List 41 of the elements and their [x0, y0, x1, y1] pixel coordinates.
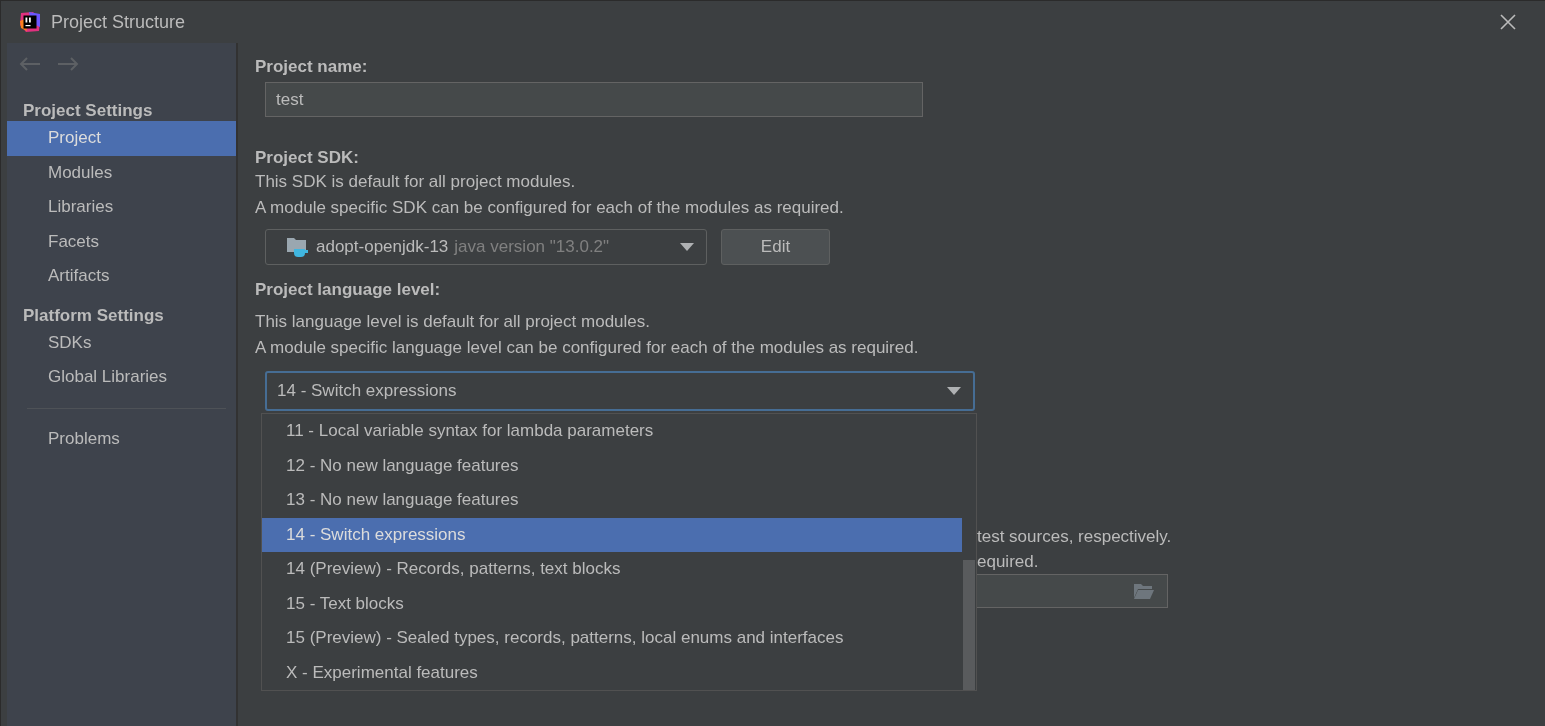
description-text: A module specific language level can be configured for each of the modules as required.: [255, 337, 920, 359]
description-text: This language level is default for all project modules.: [255, 311, 651, 333]
sidebar-group-title: Project Settings: [22, 100, 154, 121]
dropdown-option[interactable]: 12 - No new language features: [262, 448, 962, 483]
dropdown-option[interactable]: 15 - Text blocks: [262, 586, 962, 621]
folder-icon[interactable]: [1133, 582, 1155, 600]
forward-arrow-icon[interactable]: [57, 57, 79, 71]
dropdown-option[interactable]: 14 - Switch expressions: [262, 517, 962, 552]
sidebar-item[interactable]: SDKs: [7, 325, 236, 360]
description-text: equired.: [977, 551, 1039, 573]
folder-cup-icon: [286, 236, 310, 258]
close-icon[interactable]: [1500, 14, 1516, 30]
sidebar-item[interactable]: Libraries: [7, 190, 236, 225]
sidebar-item[interactable]: Artifacts: [7, 259, 236, 294]
scrollbar-thumb[interactable]: [963, 560, 975, 690]
sidebar-item[interactable]: Problems: [7, 421, 236, 456]
sdk-dropdown[interactable]: adopt-openjdk-13 java version "13.0.2": [265, 229, 707, 265]
back-arrow-icon[interactable]: [19, 57, 41, 71]
caret-icon: [680, 243, 694, 251]
language-level-dropdown[interactable]: 14 - Switch expressions: [265, 371, 975, 411]
description-text: A module specific SDK can be configured for each of the modules as required.: [255, 197, 845, 219]
description-text: test sources, respectively.: [977, 526, 1172, 548]
app-logo-icon: [19, 11, 41, 33]
edit-button[interactable]: Edit: [721, 229, 830, 265]
sidebar-group-title: Platform Settings: [22, 304, 165, 326]
sidebar-item[interactable]: Facets: [7, 224, 236, 259]
caret-icon: [947, 387, 961, 395]
section-heading: Project language level:: [255, 279, 442, 301]
dropdown-option[interactable]: 13 - No new language features: [262, 483, 962, 518]
description-text: This SDK is default for all project modules.: [255, 171, 577, 193]
sidebar-item[interactable]: Modules: [7, 155, 236, 190]
sidebar-item[interactable]: Global Libraries: [7, 360, 236, 395]
dropdown-option[interactable]: 11 - Local variable syntax for lambda parameters: [262, 414, 962, 449]
window-title: Project Structure: [51, 11, 186, 33]
project-name-field[interactable]: test: [265, 82, 923, 117]
field-label: Project name:: [255, 56, 369, 78]
section-heading: Project SDK:: [255, 147, 360, 169]
dropdown-option[interactable]: X - Experimental features: [262, 655, 962, 690]
dropdown-option[interactable]: 14 (Preview) - Records, patterns, text blocks: [262, 552, 962, 587]
sidebar-item[interactable]: Project: [7, 121, 236, 156]
dropdown-option[interactable]: 15 (Preview) - Sealed types, records, patterns, local enums and interfaces: [262, 621, 962, 656]
